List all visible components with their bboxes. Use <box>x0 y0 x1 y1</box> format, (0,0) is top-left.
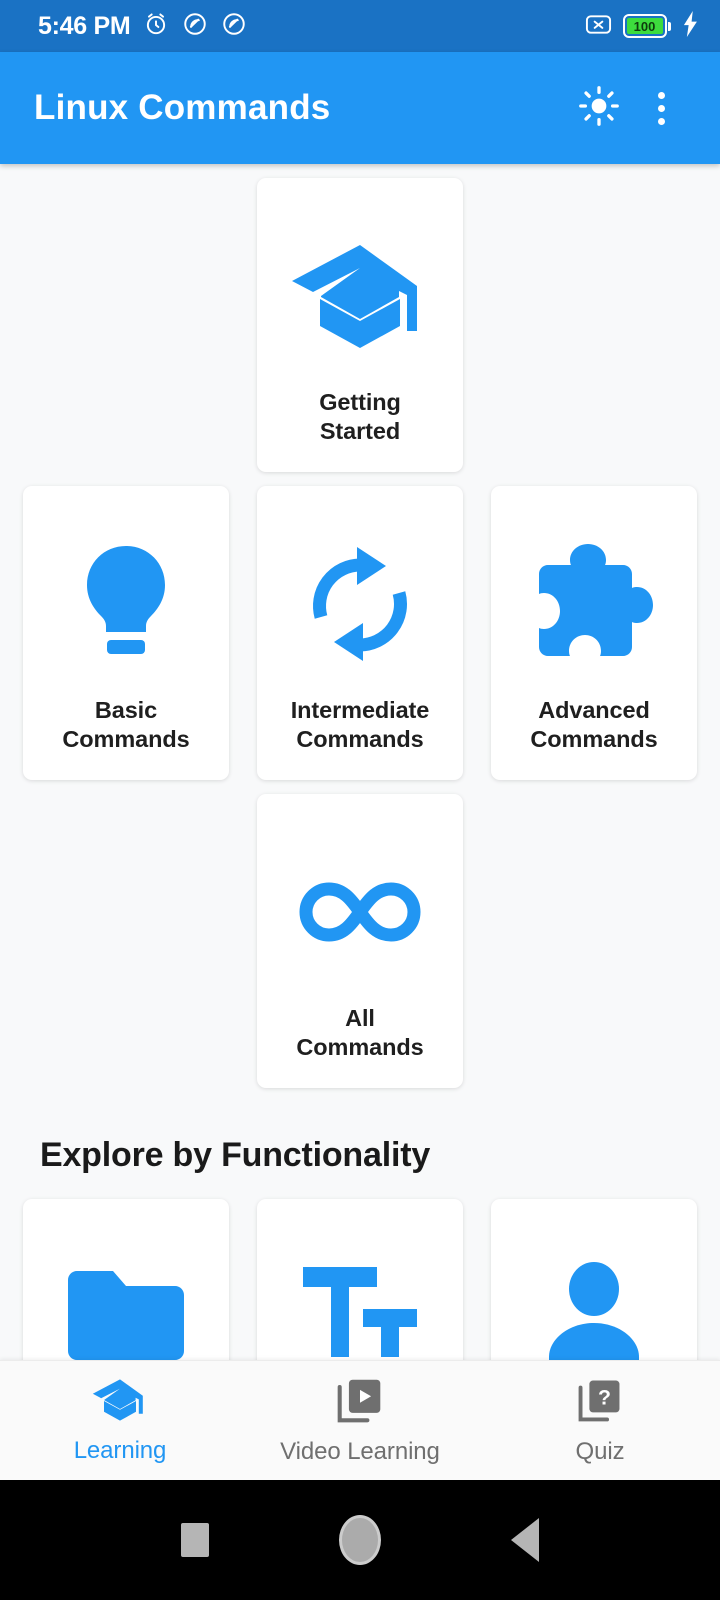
quiz-question-icon: ? <box>577 1376 623 1429</box>
charging-bolt-icon <box>682 10 700 42</box>
card-label: Getting Started <box>319 389 401 444</box>
text-format-icon <box>301 1247 419 1360</box>
status-bar-left: 5:46 PM <box>38 11 247 42</box>
card-functionality-files[interactable] <box>23 1199 229 1360</box>
section-title-explore: Explore by Functionality <box>40 1136 431 1174</box>
infinity-icon <box>290 846 430 978</box>
recents-square-icon[interactable] <box>181 1523 209 1557</box>
card-intermediate-commands[interactable]: Intermediate Commands <box>257 486 463 780</box>
dnd-icon <box>221 11 247 42</box>
getting-started-row: Getting Started <box>0 178 720 472</box>
battery-icon: 100 <box>622 14 671 38</box>
brightness-toggle-button[interactable] <box>568 77 630 139</box>
graduation-cap-icon <box>290 230 430 362</box>
main-content: Getting Started Basic Commands Intermedi… <box>0 164 720 1360</box>
puzzle-piece-icon <box>530 538 658 670</box>
dnd-icon <box>182 11 208 42</box>
back-triangle-icon[interactable] <box>511 1518 539 1562</box>
sync-refresh-icon <box>299 538 421 670</box>
bottom-navigation-bar: Learning Video Learning ? Quiz <box>0 1360 720 1480</box>
nav-label: Quiz <box>575 1437 625 1465</box>
overflow-menu-icon <box>657 91 665 125</box>
no-sim-icon <box>585 12 612 41</box>
page-title: Linux Commands <box>34 88 331 127</box>
nav-label: Video Learning <box>280 1437 440 1465</box>
nav-label: Learning <box>73 1436 167 1464</box>
status-bar-clock: 5:46 PM <box>38 11 131 40</box>
card-label: All Commands <box>296 1005 424 1060</box>
status-bar: 5:46 PM 100 <box>0 0 720 52</box>
video-library-icon <box>335 1376 385 1429</box>
card-advanced-commands[interactable]: Advanced Commands <box>491 486 697 780</box>
svg-text:?: ? <box>598 1386 611 1409</box>
card-label: Intermediate Commands <box>290 697 430 752</box>
level-cards-row: Basic Commands Intermediate Commands Adv… <box>0 486 720 780</box>
overflow-menu-button[interactable] <box>630 77 692 139</box>
nav-item-learning[interactable]: Learning <box>0 1377 240 1465</box>
card-label: Advanced Commands <box>530 697 658 752</box>
status-bar-right: 100 <box>585 10 701 42</box>
graduation-cap-icon <box>92 1377 148 1428</box>
nav-item-quiz[interactable]: ? Quiz <box>480 1376 720 1466</box>
card-getting-started[interactable]: Getting Started <box>257 178 463 472</box>
card-basic-commands[interactable]: Basic Commands <box>23 486 229 780</box>
lightbulb-icon <box>71 538 181 670</box>
nav-item-video-learning[interactable]: Video Learning <box>240 1376 480 1466</box>
card-all-commands[interactable]: All Commands <box>257 794 463 1088</box>
person-icon <box>538 1247 650 1360</box>
card-functionality-user[interactable] <box>491 1199 697 1360</box>
card-functionality-text[interactable] <box>257 1199 463 1360</box>
home-circle-icon[interactable] <box>339 1515 381 1565</box>
app-bar: Linux Commands <box>0 52 720 164</box>
alarm-icon <box>143 11 169 42</box>
android-system-navigation-bar <box>0 1480 720 1600</box>
card-label: Basic Commands <box>62 697 190 752</box>
brightness-sun-icon <box>578 85 620 132</box>
battery-level-label: 100 <box>626 18 663 34</box>
functionality-cards-row <box>0 1199 720 1360</box>
folder-icon <box>67 1247 185 1360</box>
all-commands-row: All Commands <box>0 794 720 1088</box>
